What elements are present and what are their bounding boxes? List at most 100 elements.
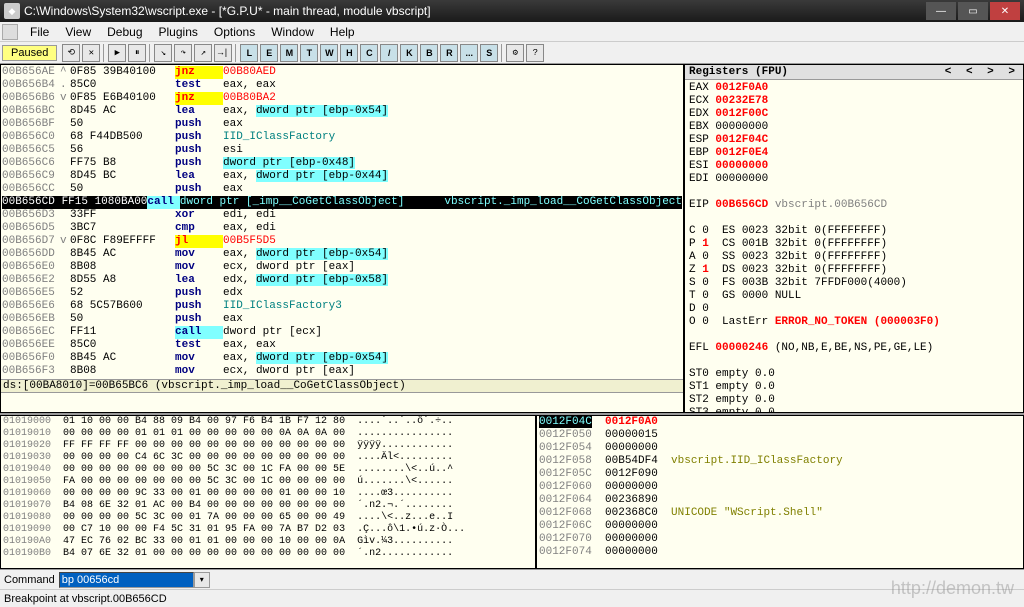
menu-debug[interactable]: Debug: [99, 23, 150, 41]
maximize-button[interactable]: ▭: [958, 2, 988, 20]
asm-line[interactable]: 00B656BC 8D45 ACleaeax, dword ptr [ebp-0…: [2, 105, 682, 118]
system-menu-icon[interactable]: [2, 24, 18, 40]
hex-row[interactable]: 01019080 00 00 00 00 5C 3C 00 01 7A 00 0…: [1, 512, 535, 524]
toolbar-step-into[interactable]: ↘: [154, 44, 172, 62]
asm-line[interactable]: 00B656D3 33FFxoredi, edi: [2, 209, 682, 222]
toolbar-close[interactable]: ✕: [82, 44, 100, 62]
register-row[interactable]: P 1 CS 001B 32bit 0(FFFFFFFF): [689, 238, 1019, 251]
asm-line[interactable]: 00B656F0 8B45 ACmoveax, dword ptr [ebp-0…: [2, 352, 682, 365]
toolbar-step-out[interactable]: ↗: [194, 44, 212, 62]
register-row[interactable]: ESI 00000000: [689, 160, 1019, 173]
asm-line[interactable]: 00B656C0 68 F44DB500pushIID_IClassFactor…: [2, 131, 682, 144]
register-row[interactable]: EIP 00B656CD vbscript.00B656CD: [689, 199, 1019, 212]
toolbar-letter-C[interactable]: C: [360, 44, 378, 62]
asm-line[interactable]: 00B656E5 52pushedx: [2, 287, 682, 300]
menu-plugins[interactable]: Plugins: [151, 23, 206, 41]
toolbar-letter-R[interactable]: R: [440, 44, 458, 62]
register-row[interactable]: [689, 186, 1019, 199]
registers-nav-icons[interactable]: < < > >: [945, 66, 1019, 78]
asm-line[interactable]: 00B656D5 3BC7cmpeax, edi: [2, 222, 682, 235]
asm-line[interactable]: 00B656C6 FF75 B8pushdword ptr [ebp-0x48]: [2, 157, 682, 170]
registers-header[interactable]: Registers (FPU) < < > >: [685, 65, 1023, 80]
asm-line[interactable]: 00B656F3 8B08movecx, dword ptr [eax]: [2, 365, 682, 378]
toolbar-pause[interactable]: ⏸: [128, 44, 146, 62]
register-row[interactable]: ESP 0012F04C: [689, 134, 1019, 147]
register-row[interactable]: [689, 329, 1019, 342]
stack-row[interactable]: 0012F064 00236890: [537, 494, 1023, 507]
asm-line[interactable]: 00B656EE 85C0testeax, eax: [2, 339, 682, 352]
register-row[interactable]: ST0 empty 0.0: [689, 368, 1019, 381]
toolbar-help[interactable]: ?: [526, 44, 544, 62]
window-titlebar[interactable]: ◆ C:\Windows\System32\wscript.exe - [*G.…: [0, 0, 1024, 22]
stack-row[interactable]: 0012F050 00000015: [537, 429, 1023, 442]
register-row[interactable]: ST3 empty 0.0: [689, 407, 1019, 412]
register-row[interactable]: D 0: [689, 303, 1019, 316]
asm-line[interactable]: 00B656E6 68 5C57B600pushIID_IClassFactor…: [2, 300, 682, 313]
stack-row[interactable]: 0012F070 00000000: [537, 533, 1023, 546]
asm-line[interactable]: 00B656B6v0F85 E6B40100jnz00B80BA2: [2, 92, 682, 105]
toolbar-restart[interactable]: ⟲: [62, 44, 80, 62]
asm-line[interactable]: 00B656B4.85C0testeax, eax: [2, 79, 682, 92]
toolbar-letter-M[interactable]: M: [280, 44, 298, 62]
register-row[interactable]: ECX 00232E78: [689, 95, 1019, 108]
toolbar-run[interactable]: ▶: [108, 44, 126, 62]
asm-line[interactable]: 00B656E0 8B08movecx, dword ptr [eax]: [2, 261, 682, 274]
register-row[interactable]: [689, 355, 1019, 368]
hexdump-panel[interactable]: 01019000 01 10 00 00 B4 88 09 B4 00 97 F…: [0, 415, 536, 569]
toolbar-letter-T[interactable]: T: [300, 44, 318, 62]
register-row[interactable]: C 0 ES 0023 32bit 0(FFFFFFFF): [689, 225, 1019, 238]
hex-row[interactable]: 01019010 00 00 00 00 01 01 01 00 00 00 0…: [1, 428, 535, 440]
stack-row[interactable]: 0012F074 00000000: [537, 546, 1023, 559]
register-row[interactable]: Z 1 DS 0023 32bit 0(FFFFFFFF): [689, 264, 1019, 277]
menu-window[interactable]: Window: [263, 23, 322, 41]
asm-line[interactable]: 00B656EB 50pusheax: [2, 313, 682, 326]
asm-line[interactable]: 00B656AE^0F85 39B40100jnz00B80AED: [2, 66, 682, 79]
close-button[interactable]: ✕: [990, 2, 1020, 20]
toolbar-run-to[interactable]: →|: [214, 44, 232, 62]
menu-view[interactable]: View: [57, 23, 99, 41]
toolbar-letter-/[interactable]: /: [380, 44, 398, 62]
hex-row[interactable]: 01019040 00 00 00 00 00 00 00 00 5C 3C 0…: [1, 464, 535, 476]
toolbar-letter-B[interactable]: B: [420, 44, 438, 62]
asm-line[interactable]: 00B656C9 8D45 BCleaeax, dword ptr [ebp-0…: [2, 170, 682, 183]
register-row[interactable]: EDI 00000000: [689, 173, 1019, 186]
menu-help[interactable]: Help: [322, 23, 363, 41]
asm-line[interactable]: 00B656BF 50pusheax: [2, 118, 682, 131]
disassembly-panel[interactable]: 00B656AE^0F85 39B40100jnz00B80AED00B656B…: [0, 64, 684, 413]
asm-line[interactable]: 00B656E2 8D55 A8leaedx, dword ptr [ebp-0…: [2, 274, 682, 287]
menu-file[interactable]: File: [22, 23, 57, 41]
toolbar-letter-S[interactable]: S: [480, 44, 498, 62]
asm-line[interactable]: 00B656CC 50pusheax: [2, 183, 682, 196]
toolbar-step-over[interactable]: ↷: [174, 44, 192, 62]
minimize-button[interactable]: —: [926, 2, 956, 20]
register-row[interactable]: [689, 212, 1019, 225]
toolbar-settings[interactable]: ⚙: [506, 44, 524, 62]
command-input[interactable]: [59, 572, 194, 588]
command-dropdown-icon[interactable]: ▾: [194, 572, 210, 588]
toolbar-letter-L[interactable]: L: [240, 44, 258, 62]
asm-line[interactable]: 00B656EC FF11calldword ptr [ecx]: [2, 326, 682, 339]
stack-row[interactable]: 0012F06C 00000000: [537, 520, 1023, 533]
register-row[interactable]: T 0 GS 0000 NULL: [689, 290, 1019, 303]
asm-line[interactable]: 00B656C5 56pushesi: [2, 144, 682, 157]
hex-row[interactable]: 01019000 01 10 00 00 B4 88 09 B4 00 97 F…: [1, 416, 535, 428]
hex-row[interactable]: 010190A0 47 EC 76 02 BC 33 00 01 01 00 0…: [1, 536, 535, 548]
register-row[interactable]: O 0 LastErr ERROR_NO_TOKEN (000003F0): [689, 316, 1019, 329]
toolbar-letter-W[interactable]: W: [320, 44, 338, 62]
register-row[interactable]: EBP 0012F0E4: [689, 147, 1019, 160]
register-row[interactable]: EFL 00000246 (NO,NB,E,BE,NS,PE,GE,LE): [689, 342, 1019, 355]
register-row[interactable]: ST1 empty 0.0: [689, 381, 1019, 394]
register-row[interactable]: S 0 FS 003B 32bit 7FFDF000(4000): [689, 277, 1019, 290]
asm-line[interactable]: 00B656DD 8B45 ACmoveax, dword ptr [ebp-0…: [2, 248, 682, 261]
stack-row[interactable]: 0012F068 002368C0 UNICODE "WScript.Shell…: [537, 507, 1023, 520]
hex-row[interactable]: 01019050 FA 00 00 00 00 00 00 00 5C 3C 0…: [1, 476, 535, 488]
toolbar-letter-K[interactable]: K: [400, 44, 418, 62]
stack-row[interactable]: 0012F058 00B54DF4 vbscript.IID_IClassFac…: [537, 455, 1023, 468]
stack-row[interactable]: 0012F05C 0012F090: [537, 468, 1023, 481]
asm-line[interactable]: 00B656CD FF15 1080BA00calldword ptr [_im…: [2, 196, 682, 209]
registers-panel[interactable]: Registers (FPU) < < > > EAX 0012F0A0ECX …: [684, 64, 1024, 413]
stack-panel[interactable]: 0012F04C 0012F0A00012F050 000000150012F0…: [536, 415, 1024, 569]
register-row[interactable]: A 0 SS 0023 32bit 0(FFFFFFFF): [689, 251, 1019, 264]
toolbar-letter-E[interactable]: E: [260, 44, 278, 62]
stack-row[interactable]: 0012F060 00000000: [537, 481, 1023, 494]
